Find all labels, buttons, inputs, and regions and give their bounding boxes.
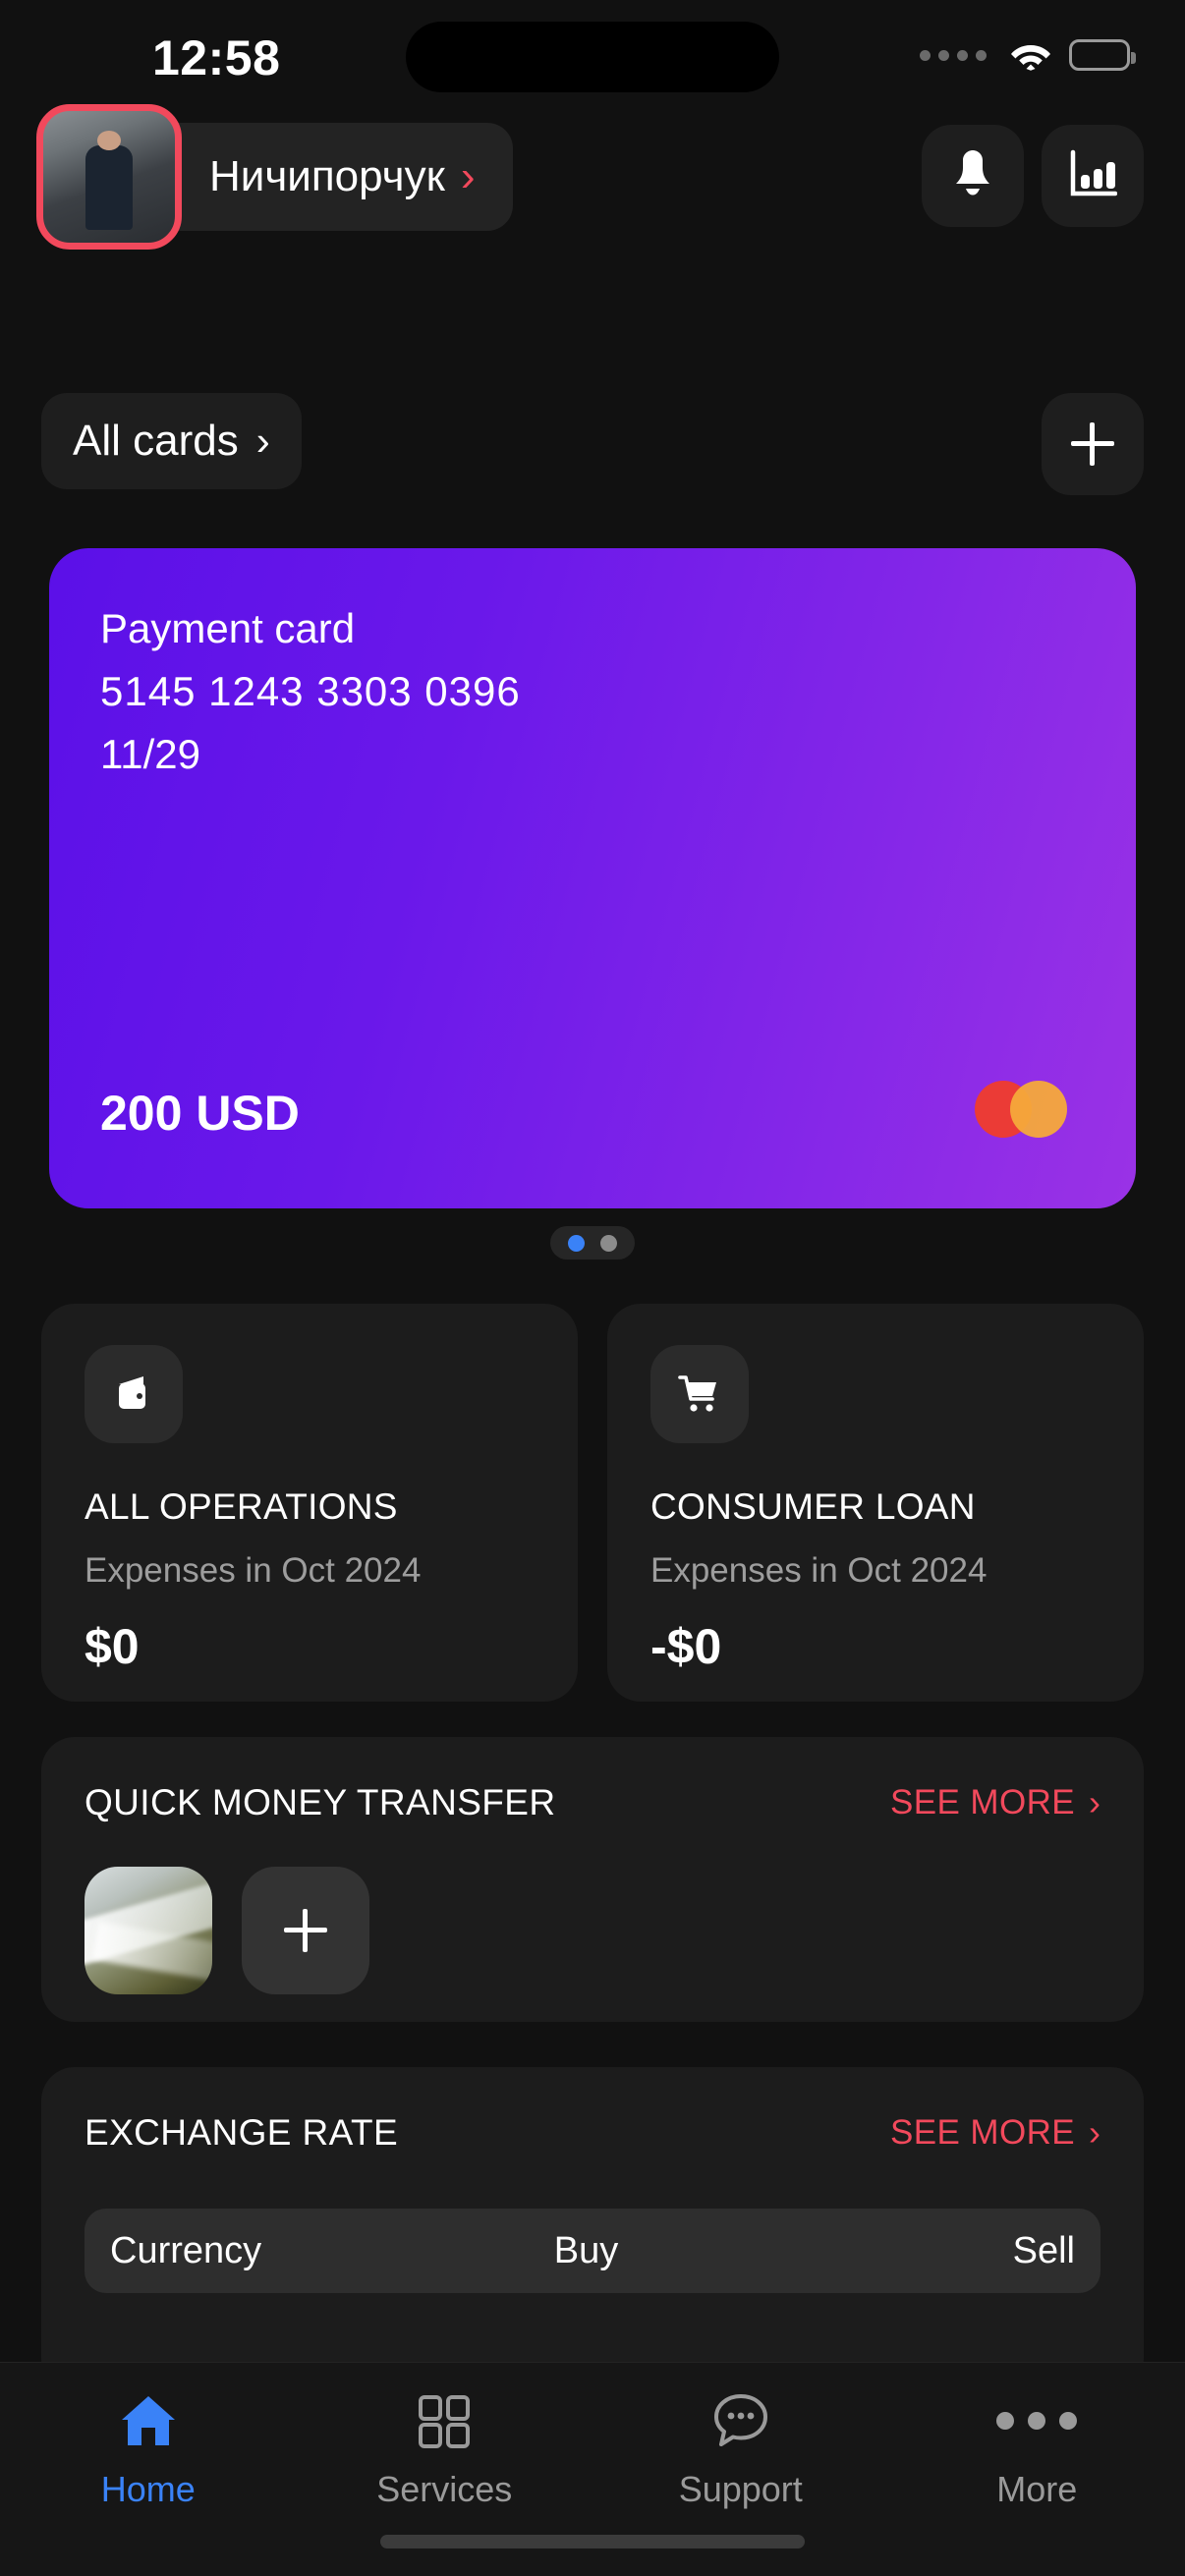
app-screen: 12:58 Ничипорчук › All cards › Payment c… [0,0,1185,2576]
see-more-label: SEE MORE [890,2113,1075,2152]
exchange-rate-table-header: Currency Buy Sell [85,2209,1100,2293]
panel-header: EXCHANGE RATE SEE MORE › [41,2067,1144,2154]
bottom-tab-bar: Home Services Support More [0,2362,1185,2576]
panel-title: EXCHANGE RATE [85,2112,399,2153]
plus-icon [1071,422,1114,466]
all-cards-button[interactable]: All cards › [41,393,302,489]
summary-cards: ALL OPERATIONS Expenses in Oct 2024 $0 C… [41,1304,1144,1702]
panel-title: QUICK MONEY TRANSFER [85,1782,556,1822]
ellipsis-icon [996,2384,1078,2457]
tab-label-home: Home [100,2469,196,2509]
signal-dots-icon [920,49,987,61]
stat-value: -$0 [650,1619,722,1674]
bar-chart-icon [1068,149,1118,203]
quick-money-transfer-panel: QUICK MONEY TRANSFER SEE MORE › [41,1737,1144,2022]
chat-bubble-icon [711,2384,770,2457]
all-cards-label: All cards [73,417,239,465]
panel-header: QUICK MONEY TRANSFER SEE MORE › [41,1737,1144,1823]
tab-services[interactable]: Services [297,2384,593,2510]
tab-support[interactable]: Support [592,2384,889,2510]
status-bar-indicators [920,39,1136,71]
add-contact-button[interactable] [242,1867,369,1994]
chevron-right-icon: › [255,418,270,464]
pager-dot[interactable] [600,1234,617,1252]
header-actions [922,125,1144,227]
column-header-sell: Sell [1012,2229,1075,2271]
battery-full-icon [1069,39,1136,71]
dynamic-island [406,22,779,92]
home-indicator[interactable] [380,2535,805,2548]
card-balance: 200 USD [100,1086,300,1141]
card-expiry: 11/29 [100,731,200,777]
tab-label-services: Services [376,2469,513,2509]
pager-dot-active[interactable] [568,1234,585,1252]
stat-subtitle: Expenses in Oct 2024 [650,1551,988,1590]
home-icon [118,2384,179,2457]
see-more-label: SEE MORE [890,1783,1075,1821]
stat-value: $0 [85,1619,140,1674]
stat-title: ALL OPERATIONS [85,1486,398,1527]
profile-button[interactable]: Ничипорчук › [36,104,513,250]
bell-icon [950,148,995,204]
wallet-icon [85,1345,183,1443]
payment-card[interactable]: Payment card 5145 1243 3303 0396 11/29 2… [49,548,1136,1208]
all-operations-card[interactable]: ALL OPERATIONS Expenses in Oct 2024 $0 [41,1304,578,1702]
mastercard-logo [975,1081,1067,1138]
tab-label-support: Support [678,2469,803,2509]
shopping-cart-icon [650,1345,749,1443]
add-card-button[interactable] [1042,393,1144,495]
card-number: 5145 1243 3303 0396 [100,668,521,714]
wifi-icon [1010,39,1051,71]
grid-icon [416,2384,473,2457]
tab-label-more: More [996,2469,1078,2509]
app-header: Ничипорчук › [0,104,1185,250]
chevron-right-icon: › [1089,1782,1100,1822]
consumer-loan-card[interactable]: CONSUMER LOAN Expenses in Oct 2024 -$0 [607,1304,1144,1702]
exchange-rate-panel: EXCHANGE RATE SEE MORE › Currency Buy Se… [41,2067,1144,2391]
profile-name: Ничипорчук [209,152,445,200]
see-more-button[interactable]: SEE MORE › [890,1783,1100,1822]
transfer-contacts-list [41,1823,1144,1994]
chevron-right-icon: › [1089,2112,1100,2153]
stat-title: CONSUMER LOAN [650,1486,976,1527]
card-pager[interactable] [550,1226,635,1260]
plus-icon [284,1909,327,1952]
column-header-buy: Buy [553,2229,619,2271]
avatar[interactable] [36,104,182,250]
column-header-currency: Currency [110,2229,262,2271]
contact-avatar[interactable] [85,1867,212,1994]
card-title: Payment card [100,605,356,651]
tab-more[interactable]: More [889,2384,1185,2510]
see-more-button[interactable]: SEE MORE › [890,2113,1100,2153]
tab-home[interactable]: Home [0,2384,297,2510]
notifications-button[interactable] [922,125,1024,227]
status-bar-time: 12:58 [152,30,281,85]
analytics-button[interactable] [1042,125,1144,227]
cards-toolbar: All cards › [0,393,1185,499]
stat-subtitle: Expenses in Oct 2024 [85,1551,422,1590]
status-bar: 12:58 [0,0,1185,116]
chevron-right-icon: › [460,152,476,200]
